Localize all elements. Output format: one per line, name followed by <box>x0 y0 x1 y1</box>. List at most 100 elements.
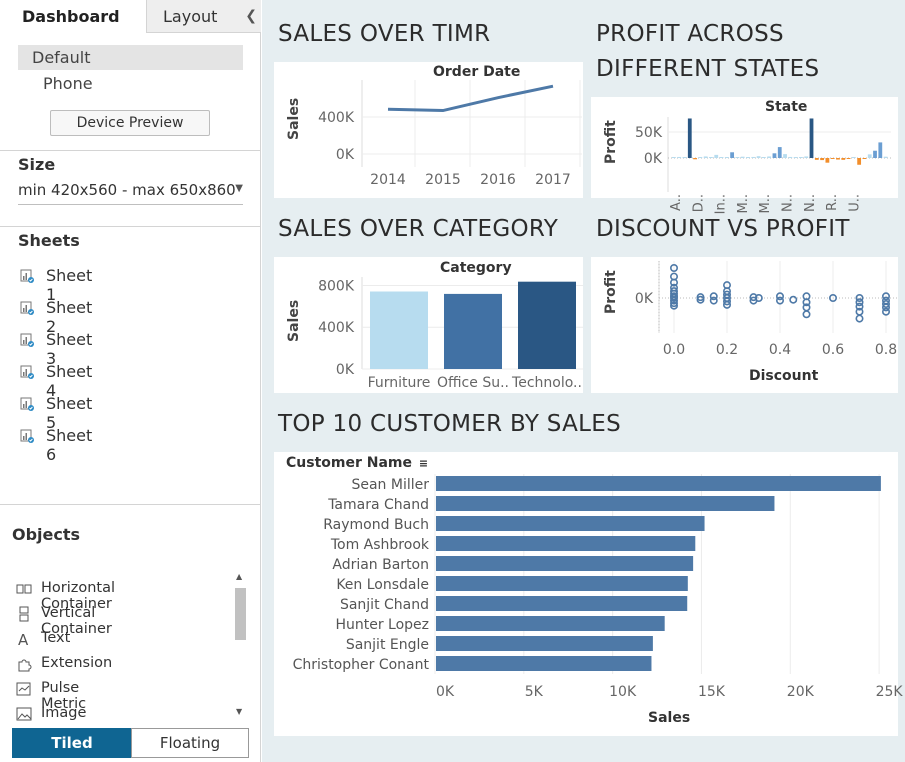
y-tick-label: 400K <box>318 110 355 126</box>
state-profit-bar <box>724 157 729 158</box>
zone-title-profit-states-line2: DIFFERENT STATES <box>596 56 820 82</box>
divider <box>0 226 261 227</box>
y-tick-label: 800K <box>318 278 355 294</box>
x-tick-label: 25K <box>876 684 904 700</box>
customer-sales-bar <box>436 496 775 511</box>
state-profit-bar <box>846 158 851 159</box>
category-tick-label: Office Su.. <box>437 375 509 391</box>
state-profit-bar <box>809 118 814 158</box>
state-profit-bar <box>761 157 766 158</box>
profit-states-chart[interactable]: State Profit 50K 0K A.. D.. In.. M.. M.. N.. N..… <box>591 97 898 214</box>
object-label: Extension <box>41 655 113 671</box>
device-preview-button[interactable]: Device Preview <box>50 110 210 136</box>
collapse-chevron-icon[interactable]: ❮ <box>245 0 257 33</box>
floating-toggle[interactable]: Floating <box>131 728 249 758</box>
zone-title-sales-over-time: SALES OVER TIMR <box>278 21 491 47</box>
objects-scrollbar[interactable]: ▲ ▼ <box>233 570 248 720</box>
customer-name-label: Sean Miller <box>351 477 429 493</box>
state-profit-bar <box>687 118 692 158</box>
scroll-down-icon[interactable]: ▼ <box>236 707 242 716</box>
customer-sales-bar <box>436 576 688 591</box>
customer-name-label: Tom Ashbrook <box>330 537 430 553</box>
object-label: Image <box>41 705 87 721</box>
x-tick-label: 0.8 <box>875 342 897 358</box>
customer-sales-bar <box>436 556 694 571</box>
state-profit-bar <box>693 158 697 160</box>
sales-category-chart[interactable]: Category Sales 0K 400K 800K Furniture Office… <box>274 257 583 393</box>
zone-title-top-customers: TOP 10 CUSTOMER BY SALES <box>278 411 622 437</box>
x-tick-label: 15K <box>698 684 726 700</box>
scrollbar-thumb[interactable] <box>235 588 246 640</box>
state-profit-bar <box>735 157 740 158</box>
side-panel-tabs: Dashboard Layout ❮ <box>0 0 261 34</box>
state-profit-bar <box>777 147 782 158</box>
device-default[interactable]: Default <box>18 45 243 70</box>
customer-name-label: Sanjit Chand <box>340 597 429 613</box>
customer-sales-bar <box>436 616 665 631</box>
state-profit-bar <box>783 154 787 158</box>
state-profit-bar <box>851 157 856 158</box>
worksheet-icon <box>20 397 34 411</box>
worksheet-icon <box>20 333 34 347</box>
x-tick-label: 10K <box>609 684 637 700</box>
sheets-section-title: Sheets <box>18 231 80 250</box>
state-tick-label: N.. <box>803 194 818 212</box>
sheet-label: Sheet 6 <box>46 426 93 464</box>
device-phone[interactable]: Phone <box>18 71 243 96</box>
state-profit-bar <box>814 158 819 160</box>
state-profit-bar <box>830 158 835 159</box>
zone-title-profit-states-line1: PROFIT ACROSS <box>596 21 784 47</box>
customer-name-label: Tamara Chand <box>327 497 429 513</box>
customer-sales-bar <box>436 596 688 611</box>
state-profit-bar <box>767 156 772 158</box>
category-sales-bar <box>444 293 502 369</box>
divider <box>0 504 261 505</box>
worksheet-icon <box>20 365 34 379</box>
sales-over-time-chart[interactable]: Order Date Sales 0K 400K 2014 2015 2016 2017 <box>274 62 583 198</box>
state-profit-bar <box>703 156 708 158</box>
state-profit-bar <box>709 157 713 158</box>
size-dropdown[interactable]: min 420x560 - max 650x860 ▼ <box>18 181 243 205</box>
image-icon <box>16 707 32 721</box>
y-tick-label: 400K <box>318 320 355 336</box>
state-profit-bar <box>793 157 798 158</box>
customer-sales-bar <box>436 476 881 491</box>
discount-profit-chart[interactable]: Profit Discount 0K 0.0 0.2 0.4 0.6 0.8 <box>591 257 898 393</box>
x-tick-label: 20K <box>787 684 815 700</box>
x-tick-label: 0.2 <box>716 342 738 358</box>
y-tick-label: 50K <box>635 125 663 141</box>
state-profit-bar <box>698 157 703 158</box>
sales-line-plot: 0K 400K 2014 2015 2016 2017 <box>318 80 582 188</box>
state-profit-bar <box>841 158 846 160</box>
x-tick-label: 2014 <box>370 172 406 188</box>
x-tick-label: 0.0 <box>663 342 685 358</box>
state-tick-label: N.. <box>781 194 796 212</box>
dashboard-side-panel: Dashboard Layout ❮ Default Phone Device … <box>0 0 261 762</box>
extension-icon <box>18 659 32 672</box>
dashboard-canvas: SALES OVER TIMR Order Date Sales 0K 400K 2… <box>262 0 905 762</box>
customer-sales-bar <box>436 516 705 531</box>
zone-title-discount-vs-profit: DISCOUNT VS PROFIT <box>596 216 850 242</box>
y-tick-label: 0K <box>336 147 355 163</box>
category-tick-label: Furniture <box>368 375 431 391</box>
state-profit-bar <box>756 156 761 158</box>
state-profit-bar <box>825 158 830 163</box>
tiled-toggle[interactable]: Tiled <box>12 728 132 758</box>
sales-category-plot: 0K 400K 800K Furniture Office Su.. Technolo.. <box>318 277 583 391</box>
scroll-up-icon[interactable]: ▲ <box>236 572 242 581</box>
state-profit-bar <box>730 152 735 158</box>
customer-name-label: Adrian Barton <box>332 557 429 573</box>
state-profit-bar <box>672 157 676 158</box>
worksheet-icon <box>20 301 34 315</box>
state-profit-bar <box>788 156 793 158</box>
tab-layout[interactable]: Layout ❮ <box>146 0 261 33</box>
pulse-metric-icon <box>16 682 31 696</box>
divider <box>0 150 261 151</box>
category-sales-bar <box>370 291 428 369</box>
state-profit-bar <box>746 157 750 158</box>
tab-dashboard[interactable]: Dashboard <box>0 0 146 33</box>
top-customers-chart[interactable]: Customer Name ≡ Sales 0K 5K 10K 15K 20K 25K Se… <box>274 452 903 736</box>
objects-section-title: Objects <box>12 525 81 544</box>
customer-name-label: Raymond Buch <box>323 517 429 533</box>
state-profit-bar <box>867 154 872 158</box>
